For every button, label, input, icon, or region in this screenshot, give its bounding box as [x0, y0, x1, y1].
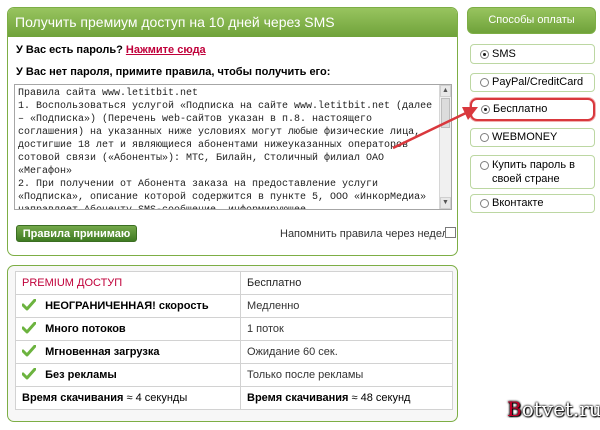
feature-label: НЕОГРАНИЧЕННАЯ! скорость [45, 299, 209, 312]
scroll-thumb[interactable] [441, 98, 450, 128]
have-password-line: У Вас есть пароль? Нажмите сюда [16, 44, 206, 56]
check-icon [22, 322, 36, 334]
sms-panel: Получить премиум доступ на 10 дней через… [7, 7, 458, 256]
no-password-text: У Вас нет пароля, примите правила, чтобы… [16, 66, 331, 78]
table-row: Без рекламы Только после рекламы [15, 363, 453, 387]
payment-option-label: Вконтакте [492, 197, 544, 209]
table-row: Много потоков 1 поток [15, 317, 453, 341]
payment-option-free[interactable]: Бесплатно [470, 98, 595, 121]
payment-option-webmoney[interactable]: WEBMONEY [470, 128, 595, 147]
free-download-time: ≈ 48 секунд [351, 392, 411, 404]
payment-option-label-line2: своей стране [492, 173, 560, 185]
payment-option-label: PayPal/CreditCard [492, 76, 584, 88]
payment-option-sms[interactable]: SMS [470, 44, 595, 64]
watermark-first-letter: B [507, 397, 522, 421]
payment-option-label: SMS [492, 48, 516, 60]
remind-checkbox[interactable] [445, 227, 456, 238]
table-row: Мгновенная загрузка Ожидание 60 сек. [15, 340, 453, 364]
scroll-up-icon[interactable]: ▲ [440, 85, 451, 97]
payment-option-paypal[interactable]: PayPal/CreditCard [470, 73, 595, 92]
sms-panel-header: Получить премиум доступ на 10 дней через… [8, 8, 457, 37]
premium-header: PREMIUM ДОСТУП [15, 271, 241, 295]
check-icon [22, 299, 36, 311]
free-header: Бесплатно [240, 271, 453, 295]
check-icon [22, 368, 36, 380]
payment-methods-header: Способы оплаты [467, 7, 596, 34]
radio-icon[interactable] [480, 50, 489, 59]
download-time-label-free: Время скачивания [247, 392, 349, 404]
rules-text: Правила сайта www.letitbit.net 1. Воспол… [18, 88, 433, 209]
free-value: Ожидание 60 сек. [240, 340, 453, 364]
have-password-link[interactable]: Нажмите сюда [126, 44, 206, 56]
radio-icon[interactable] [480, 78, 489, 87]
rules-textarea[interactable]: Правила сайта www.letitbit.net 1. Воспол… [14, 84, 452, 210]
radio-icon[interactable] [480, 133, 489, 142]
payment-option-buy-password[interactable]: Купить пароль в своей стране [470, 155, 595, 189]
rules-scrollbar[interactable]: ▲ ▼ [439, 85, 451, 209]
check-icon [22, 345, 36, 357]
radio-icon[interactable] [481, 105, 490, 114]
feature-label: Много потоков [45, 322, 126, 335]
download-time-label: Время скачивания [22, 392, 124, 404]
payment-option-label-line1: Купить пароль в [492, 159, 575, 171]
table-row: НЕОГРАНИЧЕННАЯ! скорость Медленно [15, 294, 453, 318]
payment-option-vkontakte[interactable]: Вконтакте [470, 194, 595, 213]
accept-rules-button[interactable]: Правила принимаю [16, 225, 137, 242]
radio-icon[interactable] [480, 199, 489, 208]
free-value: Медленно [240, 294, 453, 318]
radio-icon[interactable] [480, 161, 489, 170]
watermark-rest: otvet.ru [521, 397, 600, 421]
table-header-row: PREMIUM ДОСТУП Бесплатно [15, 271, 453, 295]
have-password-text: У Вас есть пароль? [16, 44, 123, 56]
feature-label: Без рекламы [45, 368, 117, 381]
download-time-row: Время скачивания ≈ 4 секунды Время скачи… [15, 386, 453, 410]
comparison-table: PREMIUM ДОСТУП Бесплатно НЕОГРАНИЧЕННАЯ!… [15, 271, 453, 410]
free-value: 1 поток [240, 317, 453, 341]
watermark: Botvet.ru [507, 397, 600, 421]
premium-download-time: ≈ 4 секунды [126, 392, 188, 404]
feature-label: Мгновенная загрузка [45, 345, 160, 358]
free-value: Только после рекламы [240, 363, 453, 387]
scroll-down-icon[interactable]: ▼ [440, 197, 451, 209]
remind-label: Напомнить правила через неделю [280, 228, 457, 240]
payment-option-label: Бесплатно [493, 103, 548, 115]
comparison-panel: PREMIUM ДОСТУП Бесплатно НЕОГРАНИЧЕННАЯ!… [7, 265, 458, 422]
payment-option-label: WEBMONEY [492, 131, 558, 143]
